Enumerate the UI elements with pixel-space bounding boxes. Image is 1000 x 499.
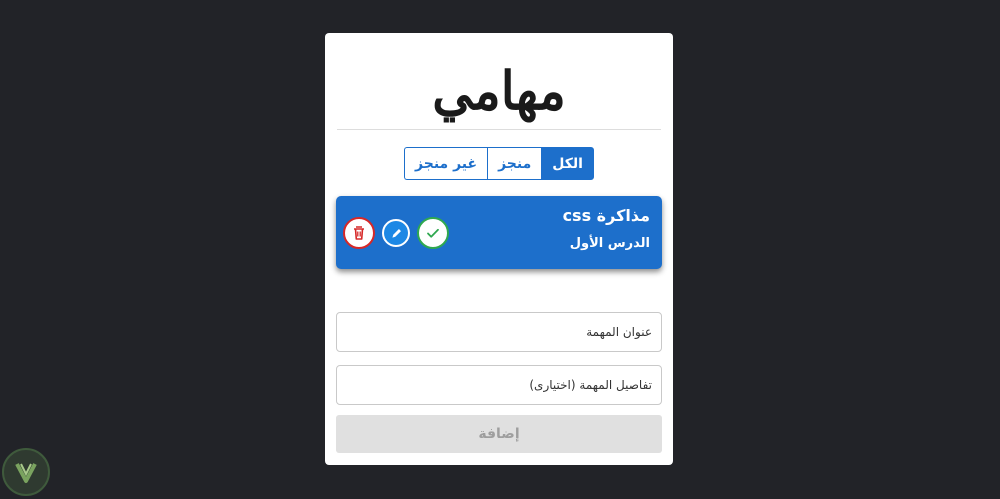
delete-icon — [354, 226, 364, 240]
tasks-card: مهامي الكل منجز غير منجز مذاكرة css الدر… — [325, 33, 673, 465]
task-actions — [343, 217, 449, 249]
task-title-input[interactable] — [336, 312, 662, 352]
filter-tabs: الكل منجز غير منجز — [325, 147, 673, 180]
task-title: مذاكرة css — [562, 206, 650, 225]
task-details: الدرس الأول — [569, 236, 650, 251]
edit-task-button[interactable] — [380, 217, 412, 249]
logo-text: مهامي — [432, 59, 568, 122]
edit-icon — [391, 228, 401, 238]
task-details-input[interactable] — [336, 365, 662, 405]
add-task-button[interactable]: إضافة — [336, 415, 662, 453]
check-icon — [427, 228, 439, 238]
watermark-logo — [2, 448, 50, 496]
filter-not-done-button[interactable]: غير منجز — [404, 147, 488, 180]
filter-all-button[interactable]: الكل — [541, 147, 594, 180]
filter-done-button[interactable]: منجز — [487, 147, 542, 180]
header-divider — [337, 129, 661, 130]
v-logo-icon — [15, 463, 37, 483]
task-item: مذاكرة css الدرس الأول — [336, 196, 662, 269]
app-logo: مهامي — [325, 55, 673, 127]
delete-task-button[interactable] — [343, 217, 375, 249]
complete-task-button[interactable] — [417, 217, 449, 249]
